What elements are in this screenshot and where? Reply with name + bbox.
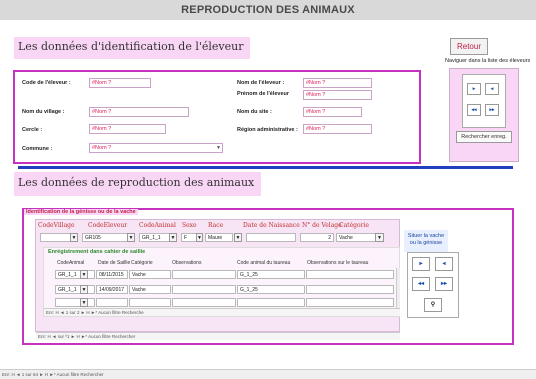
saillie-row-observations[interactable] xyxy=(172,285,236,294)
label-code-eleveur: Code de l'éleveur : xyxy=(22,80,71,86)
prenom-eleveur-field[interactable]: #Nom ? xyxy=(303,90,372,100)
col-codeanimal: CodeAnimal xyxy=(139,222,176,229)
saillie-row-date[interactable]: 08/11/2015 xyxy=(96,270,128,279)
nom-eleveur-field[interactable]: #Nom ? xyxy=(303,78,372,88)
first-record-button[interactable]: ◂◂ xyxy=(467,104,481,116)
chevron-down-icon[interactable]: ▼ xyxy=(196,233,203,242)
naviguer-label: Naviguer dans la liste des éleveurs xyxy=(445,58,531,64)
saillie-row-obs-taureau[interactable] xyxy=(306,285,394,294)
chevron-down-icon[interactable]: ▼ xyxy=(234,233,242,242)
code-eleveur-field[interactable]: #Nom ? xyxy=(89,78,151,88)
next-record-button[interactable]: ▸ xyxy=(467,83,481,95)
chevron-down-icon[interactable]: ▼ xyxy=(169,233,177,242)
col-date-naissance: Date de Naissance xyxy=(243,222,300,229)
saillie-row-obs-taureau[interactable] xyxy=(306,270,394,279)
saillie-title: Enrégistrement dans cahier de saillie xyxy=(48,249,146,255)
saillie-row-taureau[interactable]: G_1_25 xyxy=(237,285,305,294)
col-codeeleveur: CodeEleveur xyxy=(88,222,128,229)
animal-record-nav[interactable]: Enr: H ◄ sur ⁰1 ► H ►* Aucun filtre Rech… xyxy=(36,332,400,340)
last-animal-button[interactable]: ▸▸ xyxy=(435,277,453,291)
label-site: Nom du site : xyxy=(237,109,272,115)
village-field[interactable]: #Nom ? xyxy=(89,107,189,117)
saillie-row-observations[interactable] xyxy=(172,298,236,307)
label-nom-eleveur: Nom de l'éleveur : xyxy=(237,80,285,86)
binoculars-icon[interactable]: ⚲ xyxy=(424,298,442,312)
section-divider xyxy=(18,166,513,169)
label-village: Nom du village : xyxy=(22,109,65,115)
section-title-eleveur: Les données d'identification de l'éleveu… xyxy=(14,37,250,59)
saillie-row-animal[interactable]: GR_1_1 xyxy=(55,270,95,279)
region-field[interactable]: #Nom ? xyxy=(303,124,372,134)
col-categorie: Catégorie xyxy=(339,222,369,229)
cercle-field[interactable]: #Nom ? xyxy=(89,124,166,134)
saillie-col-date: Date de Saillie xyxy=(98,260,131,266)
chevron-down-icon[interactable]: ▼ xyxy=(80,270,88,279)
saillie-col-observations: Observations xyxy=(172,260,202,266)
col-codevillage: CodeVillage xyxy=(38,222,75,229)
rechercher-enreg-button[interactable]: Rechercher enreg. xyxy=(456,131,512,143)
chevron-down-icon[interactable]: ▼ xyxy=(80,298,88,307)
previous-animal-button[interactable]: ◂ xyxy=(435,257,453,271)
page-title: REPRODUCTION DES ANIMAUX xyxy=(181,4,355,16)
saillie-scrollbar[interactable] xyxy=(396,268,400,309)
first-animal-button[interactable]: ◂◂ xyxy=(412,277,430,291)
col-race: Race xyxy=(208,222,224,229)
saillie-row-obs-taureau[interactable] xyxy=(306,298,394,307)
chevron-down-icon[interactable]: ▼ xyxy=(80,285,88,294)
last-record-button[interactable]: ▸▸ xyxy=(485,104,499,116)
saillie-row-date[interactable] xyxy=(96,298,128,307)
previous-record-button[interactable]: ◂ xyxy=(485,83,499,95)
saillie-row-taureau[interactable] xyxy=(237,298,305,307)
commune-value: #Nom ? xyxy=(92,145,112,151)
saillie-col-obs-taureau: Observations sur le taureau xyxy=(307,260,369,266)
saillie-row-date[interactable]: 14/09/2017 xyxy=(96,285,128,294)
col-sexe: Sexe xyxy=(182,222,197,229)
commune-field[interactable]: #Nom ? ▼ xyxy=(89,143,223,153)
chevron-down-icon[interactable]: ▼ xyxy=(216,144,221,153)
saillie-row-taureau[interactable]: G_1_25 xyxy=(237,270,305,279)
saillie-row-animal[interactable]: GR_1_1 xyxy=(55,285,95,294)
chevron-down-icon[interactable]: ▼ xyxy=(127,233,135,242)
col-velage: N° de Velage xyxy=(302,222,342,229)
form-record-nav[interactable]: Enr: H ◄ 1 sur 64 ► H ►* Aucun filtre Re… xyxy=(0,369,536,379)
saillie-row-observations[interactable] xyxy=(172,270,236,279)
saillie-row-animal[interactable] xyxy=(55,298,95,307)
identification-label: Identification de la génisse ou de la va… xyxy=(24,209,138,215)
saillie-col-animal: CodeAnimal xyxy=(57,260,85,266)
saillie-col-categorie: Catégorie xyxy=(131,260,153,266)
label-cercle: Cercle : xyxy=(22,127,43,133)
situer-label: Situer la vache ou la génisse xyxy=(404,230,448,252)
label-prenom-eleveur: Prénom de l'éleveur xyxy=(237,91,290,97)
saillie-col-taureau: Code animal du taureau xyxy=(237,260,291,266)
velage-field[interactable]: 2 xyxy=(300,233,334,242)
chevron-down-icon[interactable]: ▼ xyxy=(70,233,78,242)
retour-button[interactable]: Retour xyxy=(450,38,488,55)
saillie-row-categorie[interactable]: Vache xyxy=(129,270,171,279)
date-naissance-field[interactable] xyxy=(246,233,296,242)
label-commune: Commune : xyxy=(22,146,53,152)
chevron-down-icon[interactable]: ▼ xyxy=(375,233,384,242)
label-region: Région administrative : xyxy=(237,127,298,133)
site-field[interactable]: #Nom ? xyxy=(303,107,362,117)
section-title-reproduction: Les données de reproduction des animaux xyxy=(14,172,261,196)
saillie-row-categorie[interactable] xyxy=(129,298,171,307)
race-field[interactable]: Maure xyxy=(205,233,233,242)
saillie-record-nav[interactable]: Enr: H ◄ 1 sur 2 ► H ►* Aucun filtre Rec… xyxy=(44,308,400,316)
saillie-row-categorie[interactable]: Vache xyxy=(129,285,171,294)
next-animal-button[interactable]: ▸ xyxy=(412,257,430,271)
